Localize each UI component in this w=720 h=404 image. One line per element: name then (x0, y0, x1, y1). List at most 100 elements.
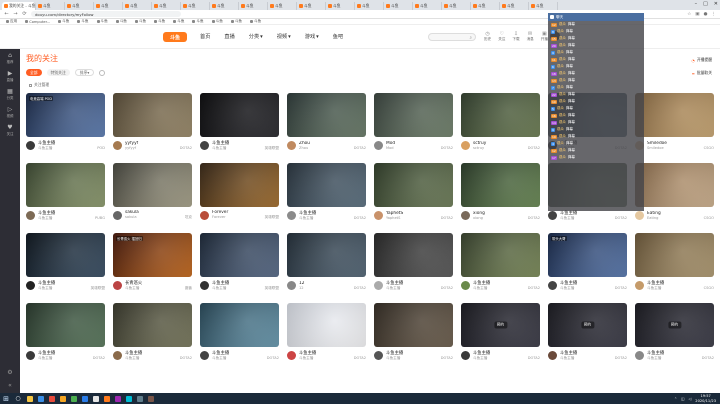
sort-dropdown[interactable]: 排序 ▾ (74, 69, 95, 76)
stream-card[interactable]: 12 12 DOTA2 (287, 233, 366, 301)
follow-manage[interactable]: 关注管理 (29, 82, 49, 88)
stream-thumbnail[interactable]: 带头大哥 (548, 233, 627, 277)
streamer-avatar[interactable] (548, 350, 557, 360)
stream-card[interactable]: YaphetS YaphetS DOTA2 (374, 163, 453, 231)
header-message-button[interactable]: ✉ 消息 (527, 31, 534, 42)
streamer-avatar[interactable] (635, 350, 644, 360)
stream-card[interactable]: yyfyyf yyfyyf DOTA2 (113, 93, 192, 161)
stream-thumbnail[interactable] (200, 303, 279, 347)
taskbar-app[interactable] (90, 393, 101, 404)
stream-card[interactable]: 斗鱼主播斗鱼主播 DOTA2 (113, 303, 192, 371)
streamer-name[interactable]: Forever (212, 215, 226, 220)
streamer-avatar[interactable] (287, 210, 296, 220)
streamer-name[interactable]: 斗鱼主播 (473, 356, 487, 361)
minimize-icon[interactable]: – (695, 1, 698, 7)
browser-tab[interactable]: 斗鱼 (413, 2, 442, 10)
stream-thumbnail[interactable] (287, 233, 366, 277)
sidebar-item[interactable]: ♥ 关注 (0, 121, 20, 139)
stream-thumbnail[interactable]: 预约 (635, 303, 714, 347)
stream-thumbnail[interactable] (287, 93, 366, 137)
streamer-name[interactable]: 斗鱼主播 (299, 216, 313, 221)
stream-card[interactable]: sctruy sctruy DOTA2 (461, 93, 540, 161)
extension-icon[interactable]: ▣ (695, 12, 699, 17)
chat-username[interactable]: 观众 (559, 92, 566, 97)
stream-thumbnail[interactable] (200, 163, 279, 207)
streamer-name[interactable]: 斗鱼主播 (299, 356, 313, 361)
browser-tab[interactable]: 斗鱼 (355, 2, 384, 10)
streamer-avatar[interactable] (200, 280, 209, 290)
browser-tab[interactable]: 斗鱼 (471, 2, 500, 10)
streamer-name[interactable]: 斗鱼主播 (125, 286, 139, 291)
stream-thumbnail[interactable] (635, 233, 714, 277)
taskbar-app[interactable] (123, 393, 134, 404)
stream-thumbnail[interactable] (113, 303, 192, 347)
bookmark-item[interactable]: Computer... (25, 20, 50, 24)
stream-thumbnail[interactable]: 长青巡火 插回归 (113, 233, 192, 277)
streamer-name[interactable]: 斗鱼主播 (560, 286, 574, 291)
maximize-icon[interactable]: □ (703, 1, 708, 7)
bookmark-item[interactable]: 斗鱼 (58, 19, 69, 24)
streamer-avatar[interactable] (287, 350, 296, 360)
stream-card[interactable]: 斗鱼主播斗鱼主播 DOTA2 (200, 303, 279, 371)
chat-username[interactable]: 观众 (557, 29, 564, 34)
stream-card[interactable]: 长青巡火 插回归 长青巡火 斗鱼主播 魔兽 (113, 233, 192, 301)
nav-item[interactable]: 游戏 ▾ (305, 33, 319, 41)
chat-username[interactable]: 观众 (559, 22, 566, 27)
bookmark-item[interactable]: 斗鱼 (211, 19, 223, 24)
reserve-badge[interactable]: 预约 (493, 321, 508, 329)
taskbar-app[interactable] (35, 393, 46, 404)
stream-card[interactable]: Smiledoe Smiledoe CSGO (635, 93, 714, 161)
search-input[interactable]: ⌕ (428, 33, 476, 41)
streamer-avatar[interactable] (200, 140, 209, 150)
url-field[interactable]: douyu.com/directory/myFollow (31, 11, 181, 17)
nav-item[interactable]: 鱼吧 (333, 33, 343, 40)
streamer-name[interactable]: 斗鱼主播 (38, 146, 52, 151)
streamer-avatar[interactable] (26, 140, 35, 150)
browser-tab[interactable]: 斗鱼 (181, 2, 210, 10)
stream-thumbnail[interactable] (26, 303, 105, 347)
profile-icon[interactable]: ● (704, 12, 708, 17)
chat-username[interactable]: 观众 (559, 113, 566, 118)
stream-thumbnail[interactable] (374, 233, 453, 277)
stream-card[interactable]: Eating Eating CSGO (635, 163, 714, 231)
stream-card[interactable]: 斗鱼主播斗鱼主播 DOTA2 (26, 303, 105, 371)
stream-thumbnail[interactable]: 预约 (461, 303, 540, 347)
streamer-name[interactable]: 斗鱼主播 (647, 286, 661, 291)
browser-tab[interactable]: 斗鱼 (123, 2, 152, 10)
browser-tab[interactable]: 斗鱼 (65, 2, 94, 10)
streamer-name[interactable]: xiong (473, 216, 483, 220)
streamer-avatar[interactable] (461, 140, 470, 150)
stream-thumbnail[interactable] (287, 163, 366, 207)
streamer-name[interactable]: 斗鱼主播 (212, 146, 226, 151)
tray-expand-icon[interactable]: ⌃ (674, 397, 677, 401)
chat-username[interactable]: 观众 (557, 127, 564, 132)
chat-username[interactable]: 观众 (559, 36, 566, 41)
taskbar-app[interactable] (46, 393, 57, 404)
stream-card[interactable]: 带头大哥 斗鱼主播 斗鱼主播 DOTA2 (548, 233, 627, 301)
sidebar-item[interactable]: ▦ 分类 (0, 85, 20, 103)
stream-card[interactable]: 斗鱼主播 斗鱼主播 英雄联盟 (26, 233, 105, 301)
stream-card[interactable]: xiong xiong DOTA2 (461, 163, 540, 231)
stream-card[interactable]: Zhou Zhou DOTA2 (287, 93, 366, 161)
stream-thumbnail[interactable] (113, 93, 192, 137)
stream-card[interactable]: 斗鱼主播斗鱼主播 DOTA2 (461, 233, 540, 301)
bookmark-item[interactable]: 斗鱼 (96, 19, 108, 24)
stream-thumbnail[interactable] (26, 233, 105, 277)
taskbar-app[interactable] (79, 393, 90, 404)
stream-card[interactable]: Forever Forever 英雄联盟 (200, 163, 279, 231)
browser-tab[interactable]: 斗鱼 (239, 2, 268, 10)
sidebar-item[interactable]: ▶ 直播 (0, 67, 20, 85)
volume-icon[interactable]: ◁ (689, 397, 692, 401)
stream-thumbnail[interactable] (635, 163, 714, 207)
bookmark-item[interactable]: 斗鱼 (154, 19, 165, 24)
start-menu-icon[interactable]: ⊞ (0, 393, 12, 404)
browser-tab[interactable]: 斗鱼 (210, 2, 239, 10)
browser-tab[interactable]: 斗鱼 (529, 2, 558, 10)
chat-username[interactable]: 观众 (559, 148, 566, 153)
browser-tab[interactable]: 斗鱼 (384, 2, 413, 10)
stream-card[interactable]: 斗鱼主播斗鱼主播 DOTA2 (287, 303, 366, 371)
streamer-avatar[interactable] (548, 280, 557, 290)
stream-thumbnail[interactable] (461, 233, 540, 277)
streamer-name[interactable]: 斗鱼主播 (38, 356, 52, 361)
streamer-name[interactable]: 斗鱼主播 (125, 356, 139, 361)
